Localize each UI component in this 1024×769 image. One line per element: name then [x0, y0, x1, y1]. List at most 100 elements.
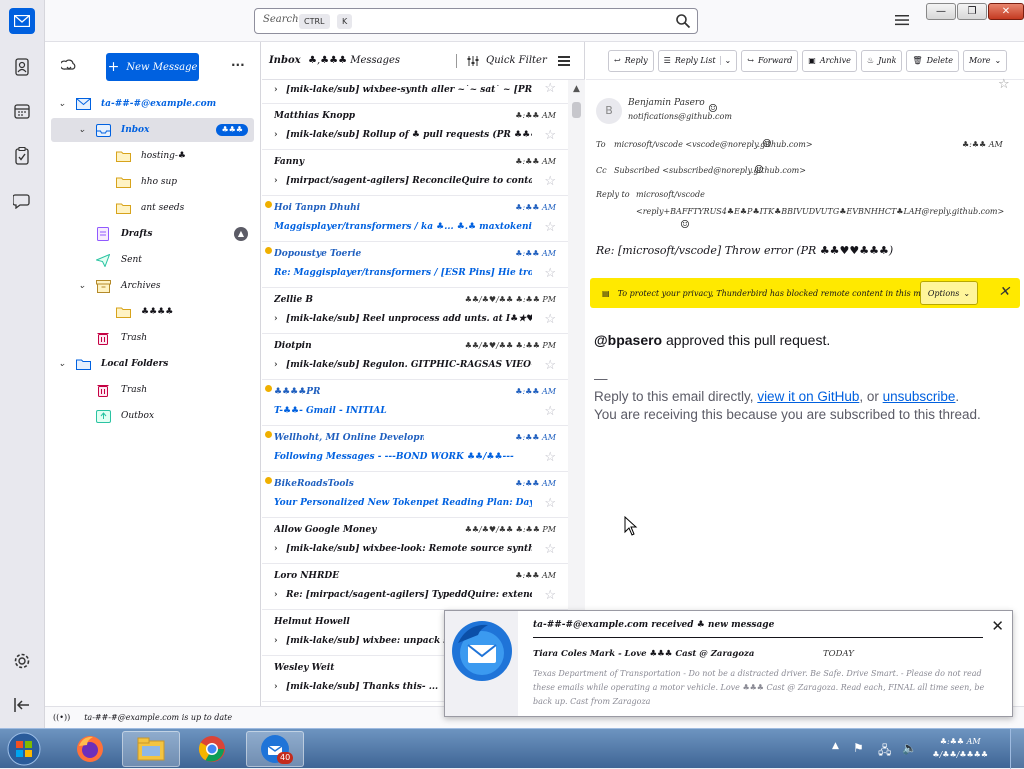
settings-icon[interactable] — [13, 652, 31, 670]
archive-button[interactable]: ▣ Archive — [802, 49, 857, 72]
star-icon[interactable]: ☆ — [544, 220, 556, 235]
minimize-button[interactable]: — — [926, 3, 956, 20]
chevron-right-icon[interactable]: › — [274, 682, 286, 692]
network-icon[interactable]: 🖧 — [878, 741, 891, 762]
star-icon[interactable]: ☆ — [544, 588, 556, 603]
contact-icon[interactable]: ☺ — [708, 102, 718, 115]
cc-value[interactable]: Subscribed <subscribed@noreply.github.co… — [614, 166, 806, 175]
to-value[interactable]: microsoft/vscode <vscode@noreply.github.… — [614, 140, 813, 149]
address-book-button[interactable] — [9, 54, 35, 80]
options-button[interactable]: Options ⌄ — [920, 281, 978, 305]
chevron-right-icon[interactable]: › — [274, 130, 286, 140]
junk-button[interactable]: ♨ Junk — [860, 49, 903, 72]
chevron-down-icon[interactable]: ⌄ — [719, 56, 731, 65]
search-input[interactable]: Search... CTRL K — [254, 8, 698, 34]
unread-dot-icon[interactable] — [265, 201, 272, 208]
folder-item[interactable]: Trash — [45, 378, 260, 402]
chevron-right-icon[interactable]: › — [274, 544, 286, 554]
star-icon[interactable]: ☆ — [544, 358, 556, 373]
message-row[interactable]: Hoi Tanpn Dhuhi ♣:♣♣ AM Maggisplayer/trans… — [262, 196, 568, 242]
system-clock[interactable]: ♣:♣♣ AM ♣/♣♣/♣♣♣♣ — [932, 735, 988, 761]
unread-dot-icon[interactable] — [265, 247, 272, 254]
chevron-down-icon[interactable]: ⌄ — [57, 99, 67, 109]
message-row[interactable]: Fanny ♣:♣♣ AM › [mirpact/sagent-agilers] Re… — [262, 150, 568, 196]
scroll-up-icon[interactable]: ▲ — [573, 84, 580, 94]
display-options-icon[interactable] — [557, 54, 571, 68]
reply-to-address[interactable]: <reply+BAFFTYRUS4♣E♣P♣ITK♣BBIVUDVUTG♣EVB… — [636, 205, 1018, 219]
message-row[interactable]: BikeRoadsTools ♣:♣♣ AM Your Personalized N… — [262, 472, 568, 518]
mail-space-button[interactable] — [9, 8, 35, 34]
folder-item[interactable]: Outbox — [45, 404, 260, 428]
star-icon[interactable]: ☆ — [544, 81, 556, 96]
get-messages-icon[interactable] — [61, 58, 77, 74]
show-desktop-button[interactable] — [1010, 729, 1024, 769]
online-status-icon[interactable]: ((•)) — [53, 713, 70, 722]
tasks-button[interactable] — [9, 143, 35, 169]
star-icon[interactable]: ☆ — [544, 496, 556, 511]
calendar-button[interactable] — [9, 98, 35, 124]
folder-item[interactable]: Drafts ▲ — [45, 222, 260, 246]
quick-filter-button[interactable]: Quick Filter — [466, 55, 547, 67]
start-button[interactable] — [0, 731, 48, 767]
contact-icon[interactable]: ☺ — [762, 137, 772, 150]
taskbar-thunderbird[interactable]: 40 — [246, 731, 304, 767]
star-icon[interactable]: ☆ — [544, 450, 556, 465]
delete-button[interactable]: 🗑 Delete — [906, 49, 959, 72]
message-row[interactable]: Zellie B ♣♣/♣♥/♣♣ ♣:♣♣ PM › [mik-lake/sub] … — [262, 288, 568, 334]
folder-item[interactable]: ♣♣♣♣ — [45, 300, 260, 324]
chevron-right-icon[interactable]: › — [274, 85, 286, 95]
message-row[interactable]: ♣♣♣♣PR ♣:♣♣ AM T-♣♣- Gmail - INITIAL ☆ — [262, 380, 568, 426]
star-icon[interactable]: ☆ — [544, 266, 556, 281]
search-icon[interactable] — [675, 13, 691, 29]
star-icon[interactable]: ☆ — [544, 174, 556, 189]
chevron-down-icon[interactable]: ⌄ — [77, 281, 87, 291]
taskbar-firefox[interactable] — [64, 731, 116, 767]
message-row[interactable]: Wellhoht, MI Online Development ♣:♣♣ AM Fo… — [262, 426, 568, 472]
folder-item[interactable]: Sent — [45, 248, 260, 272]
scrollbar-thumb[interactable] — [572, 102, 581, 118]
folder-item[interactable]: ant seeds — [45, 196, 260, 220]
folder-item[interactable]: hho sup — [45, 170, 260, 194]
close-window-button[interactable]: ✕ — [988, 3, 1024, 20]
from-name[interactable]: Benjamin Pasero — [628, 98, 705, 108]
collapse-spaces-icon[interactable] — [13, 697, 31, 713]
folder-item[interactable]: ⌄ ta-##-#@example.com — [45, 92, 260, 116]
chevron-right-icon[interactable]: › — [274, 590, 286, 600]
chevron-down-icon[interactable]: ⌄ — [57, 359, 67, 369]
star-icon[interactable]: ☆ — [544, 542, 556, 557]
chat-button[interactable] — [9, 188, 35, 214]
unread-dot-icon[interactable] — [265, 385, 272, 392]
folder-item[interactable]: ⌄ Local Folders — [45, 352, 260, 376]
message-row[interactable]: › [mik-lake/sub] wixbee-synth aller ~`~ s… — [262, 80, 568, 104]
contact-icon[interactable]: ☺ — [754, 163, 764, 176]
app-menu-icon[interactable] — [894, 12, 910, 28]
contact-icon[interactable]: ☺ — [680, 218, 690, 231]
chevron-right-icon[interactable]: › — [274, 636, 286, 646]
taskbar-explorer[interactable] — [122, 731, 180, 767]
chevron-right-icon[interactable]: › — [274, 176, 286, 186]
show-hidden-icons[interactable]: ▲ — [832, 741, 839, 751]
star-icon[interactable]: ☆ — [998, 77, 1010, 92]
unread-dot-icon[interactable] — [265, 477, 272, 484]
reply-button[interactable]: ↩ Reply — [608, 49, 654, 72]
folder-item[interactable]: hosting-♣ — [45, 144, 260, 168]
message-row[interactable]: Loro NHRDE ♣:♣♣ AM › Re: [mirpact/sagent-ag… — [262, 564, 568, 610]
chevron-down-icon[interactable]: ⌄ — [77, 125, 87, 135]
close-icon[interactable]: ✕ — [991, 617, 1004, 635]
action-center-icon[interactable]: ⚑ — [853, 741, 864, 755]
chevron-right-icon[interactable]: › — [274, 314, 286, 324]
new-mail-notification[interactable]: ta-##-#@example.com received ♣ new messa… — [444, 610, 1013, 717]
taskbar-chrome[interactable] — [186, 731, 238, 767]
message-row[interactable]: Dopoustye Toerie ♣:♣♣ AM Re: Maggisplayer/… — [262, 242, 568, 288]
close-icon[interactable]: ✕ — [998, 284, 1010, 300]
folder-pane-menu-icon[interactable]: ··· — [231, 58, 245, 72]
view-on-github-link[interactable]: view it on GitHub — [757, 389, 859, 404]
reply-to-value[interactable]: microsoft/vscode — [636, 190, 705, 199]
maximize-button[interactable]: ❐ — [957, 3, 987, 20]
message-row[interactable]: Matthias Knopp ♣:♣♣ AM › [mik-lake/sub] Rol… — [262, 104, 568, 150]
volume-icon[interactable]: 🔈 — [902, 741, 917, 755]
folder-item[interactable]: ⌄ Archives — [45, 274, 260, 298]
folder-item[interactable]: Trash — [45, 326, 260, 350]
unsubscribe-link[interactable]: unsubscribe — [883, 389, 956, 404]
reply-list-button[interactable]: ☰ Reply List ⌄ — [657, 49, 738, 72]
